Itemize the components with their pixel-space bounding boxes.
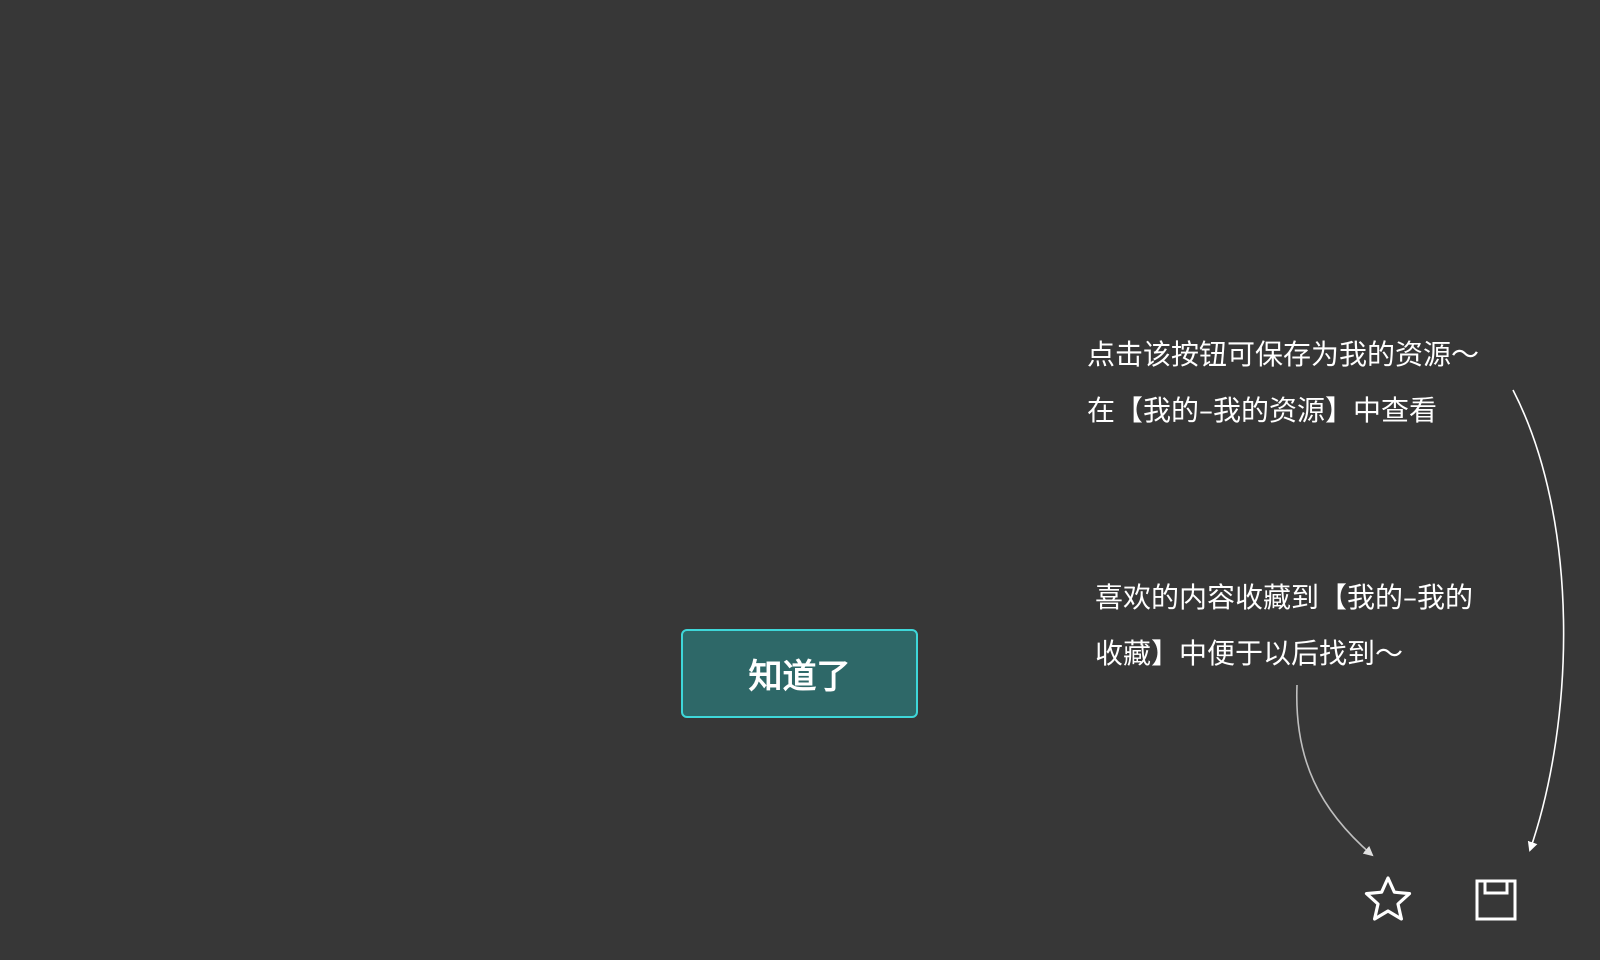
got-it-button[interactable]: 知道了	[681, 629, 918, 718]
save-tip-arrow	[1512, 389, 1565, 852]
favorite-tip-arrow	[1295, 684, 1374, 857]
favorite-button[interactable]	[1360, 872, 1416, 928]
favorite-tip-line-2: 收藏】中便于以后找到～	[1095, 637, 1404, 670]
guide-overlay: 点击该按钮可保存为我的资源～ 在【我的–我的资源】中查看 喜欢的内容收藏到【我的…	[0, 0, 1600, 960]
favorite-tip-text: 喜欢的内容收藏到【我的–我的 收藏】中便于以后找到～	[1095, 570, 1473, 682]
save-icon	[1475, 879, 1517, 921]
favorite-tip-line-1: 喜欢的内容收藏到【我的–我的	[1095, 581, 1474, 614]
save-tip-line-1: 点击该按钮可保存为我的资源～	[1087, 338, 1480, 371]
save-tip-line-2: 在【我的–我的资源】中查看	[1087, 394, 1438, 427]
guide-arrows	[1295, 389, 1565, 857]
star-icon	[1364, 876, 1412, 921]
save-resource-button[interactable]	[1468, 872, 1524, 928]
save-tip-text: 点击该按钮可保存为我的资源～ 在【我的–我的资源】中查看	[1087, 327, 1479, 439]
